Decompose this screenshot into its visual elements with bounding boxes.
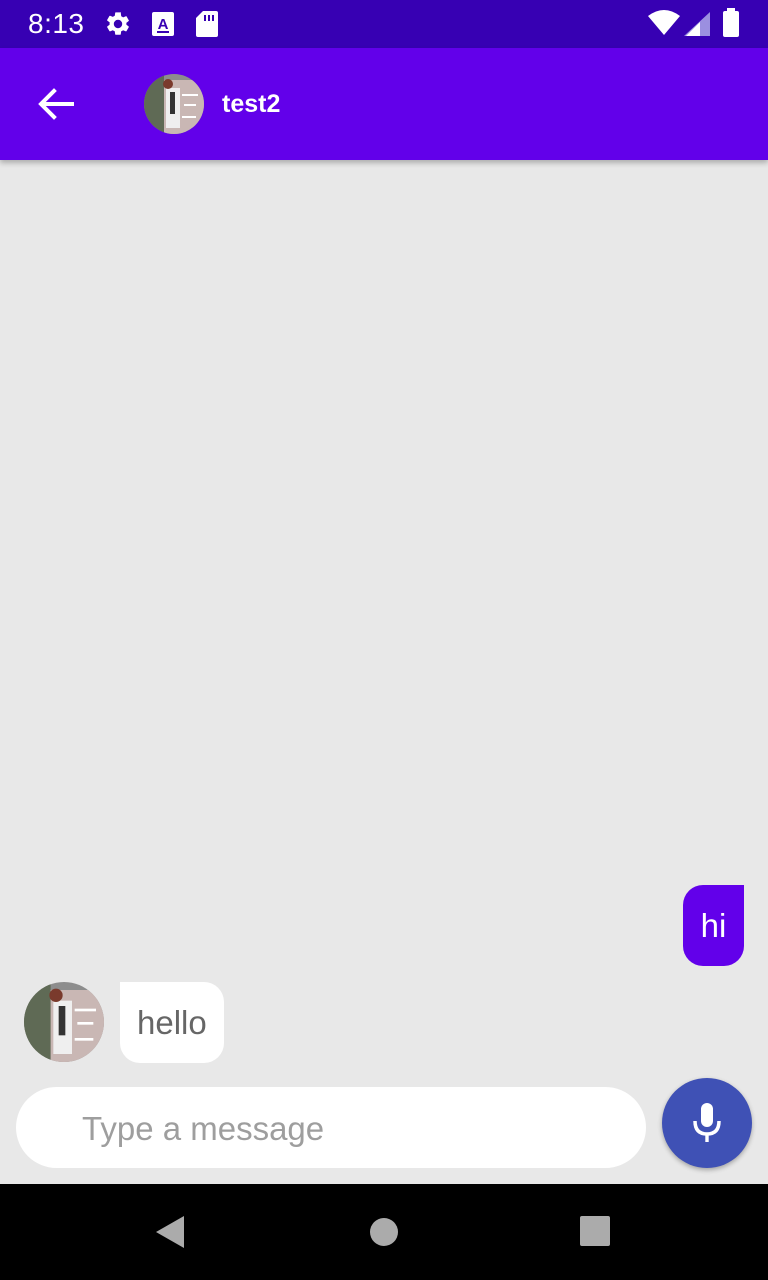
navigation-bar (0, 1184, 768, 1280)
sender-avatar[interactable] (24, 982, 104, 1062)
outgoing-message[interactable]: hi (683, 885, 744, 966)
gear-icon (107, 12, 129, 35)
message-text: hi (700, 906, 727, 944)
avatar-image (24, 982, 104, 1062)
battery-icon (723, 8, 739, 37)
mic-icon (693, 1103, 721, 1142)
wifi-icon (648, 10, 680, 35)
app-bar: test2 (0, 48, 768, 160)
svg-text:A: A (158, 16, 169, 33)
avatar-image (144, 74, 204, 134)
message-input-container[interactable] (16, 1087, 646, 1170)
nav-home-icon[interactable] (369, 1217, 399, 1247)
chat-title: test2 (222, 90, 281, 118)
message-input[interactable] (80, 1087, 624, 1170)
back-button[interactable] (32, 84, 80, 124)
mic-button[interactable] (662, 1078, 752, 1168)
nav-back-icon[interactable] (154, 1214, 186, 1250)
message-text: hello (137, 1003, 207, 1041)
contact-avatar[interactable] (144, 74, 204, 134)
a-keyboard-icon: A (152, 12, 174, 36)
nav-recents-icon[interactable] (580, 1216, 610, 1246)
sd-card-icon (196, 11, 218, 37)
chat-area[interactable]: hi hello (0, 160, 768, 1184)
cell-signal-icon (684, 12, 710, 36)
arrow-back-icon (38, 88, 74, 120)
status-time: 8:13 (28, 8, 85, 39)
status-bar: 8:13 A (0, 0, 768, 48)
incoming-message[interactable]: hello (120, 982, 224, 1063)
